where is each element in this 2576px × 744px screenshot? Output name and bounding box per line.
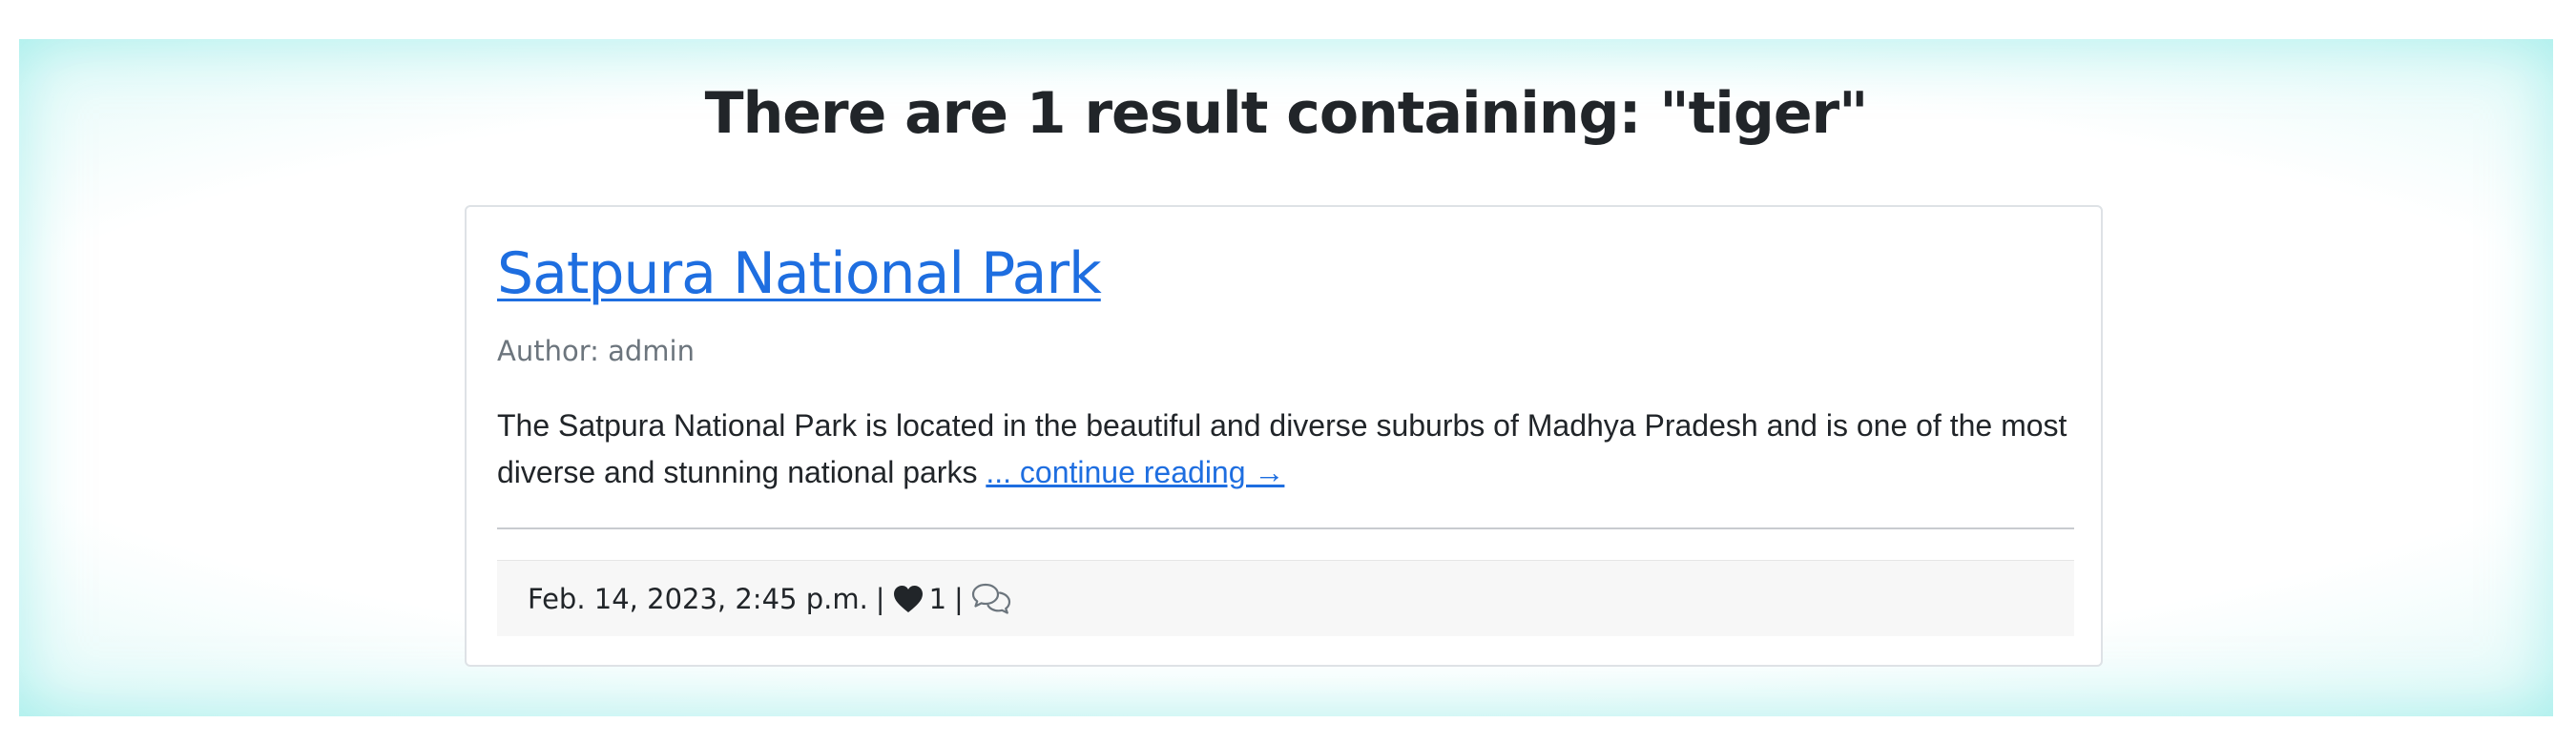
like-button[interactable]: 1 [893,583,946,615]
heart-icon [893,585,923,612]
continue-reading-link[interactable]: ... continue reading → [986,455,1284,489]
comments-icon [971,583,1010,614]
post-excerpt: The Satpura National Park is located in … [497,403,2081,496]
separator: | [875,582,885,615]
separator: | [954,582,964,615]
post-title-link[interactable]: Satpura National Park [497,240,1102,307]
like-count: 1 [928,582,947,615]
comment-button[interactable] [971,582,1011,616]
search-results-section: There are 1 result containing: "tiger" S… [19,39,2553,716]
post-title: Satpura National Park [497,239,1102,308]
post-date: Feb. 14, 2023, 2:45 p.m. [528,582,868,615]
result-card: Satpura National Park Author: admin The … [465,205,2103,667]
post-divider [497,527,2074,529]
post-author: Author: admin [497,335,695,367]
post-footer: Feb. 14, 2023, 2:45 p.m. | 1 | [497,560,2074,636]
results-heading: There are 1 result containing: "tiger" [704,80,1869,147]
